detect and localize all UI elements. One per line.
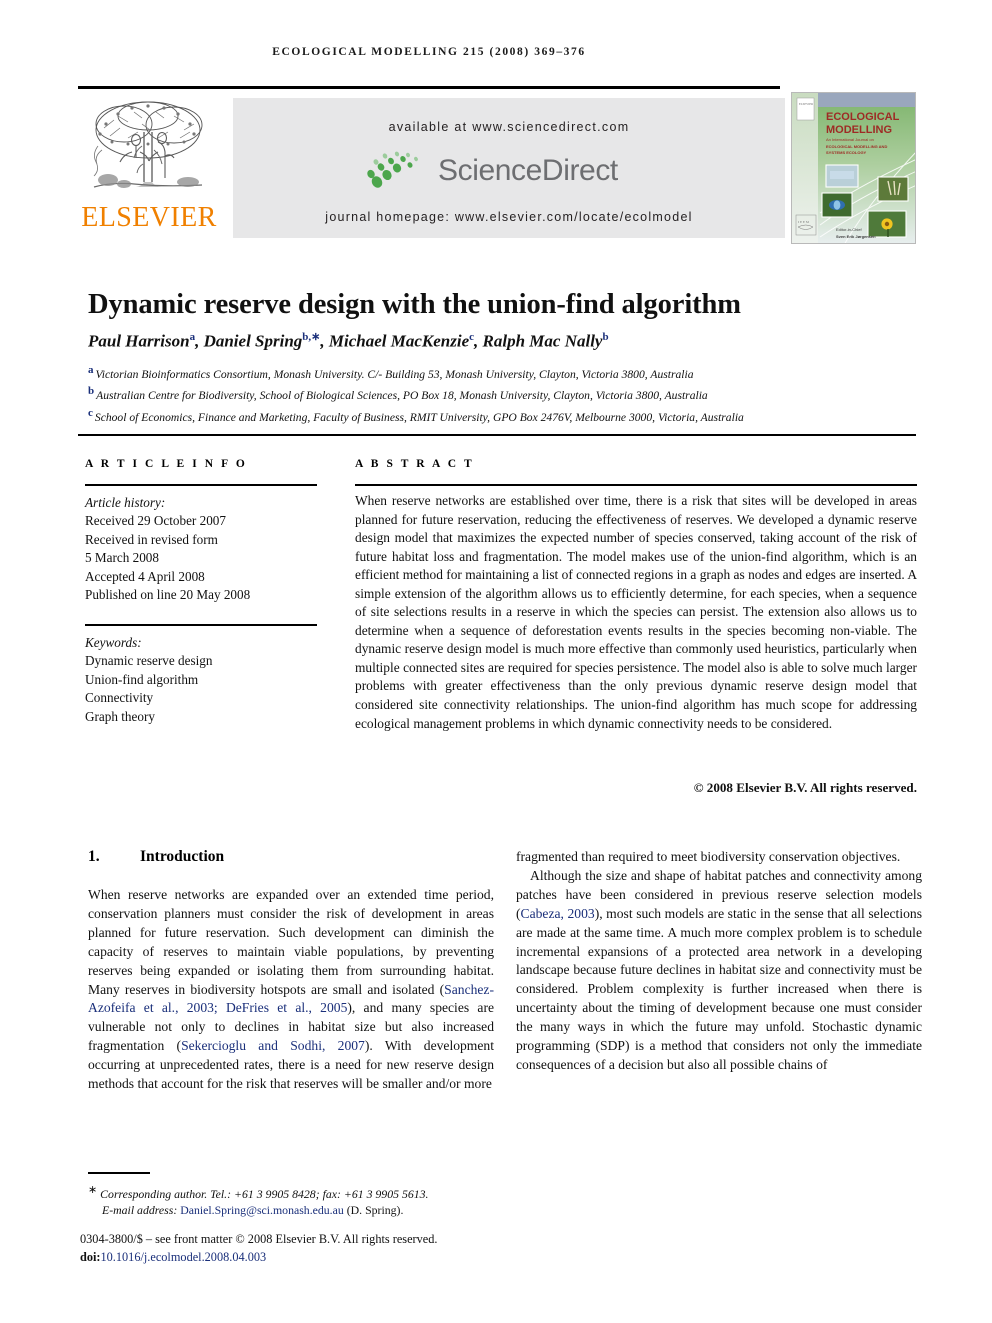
keyword-item[interactable]: Graph theory — [85, 708, 330, 726]
journal-cover-art: ELSEVIER ECOLOGICAL MODELLING An Interna… — [792, 93, 915, 243]
corresponding-author-note: ∗ Corresponding author. Tel.: +61 3 9905… — [88, 1182, 508, 1202]
footnote-rule — [88, 1172, 150, 1174]
svg-text:I E E M: I E E M — [798, 220, 809, 224]
sciencedirect-logo[interactable]: ScienceDirect — [363, 150, 663, 196]
article-history: Article history: Received 29 October 200… — [85, 494, 330, 604]
article-history-lines: Received 29 October 2007 Received in revi… — [85, 512, 330, 604]
para1-part-a: When reserve networks are expanded over … — [88, 887, 494, 997]
masthead: ELSEVIER available at www.sciencedirect.… — [78, 92, 916, 244]
svg-text:ELSEVIER: ELSEVIER — [799, 102, 813, 106]
doi-label: doi: — [80, 1249, 101, 1264]
body-column-right: fragmented than required to meet biodive… — [516, 848, 922, 1075]
email-label: E-mail address: — [102, 1203, 178, 1218]
paragraph-intro-1-cont: fragmented than required to meet biodive… — [516, 849, 901, 864]
corresponding-marker: ∗ — [88, 1184, 98, 1196]
keyword-item[interactable]: Dynamic reserve design — [85, 652, 330, 670]
top-rule-divider — [78, 86, 780, 89]
journal-article-page: ECOLOGICAL MODELLING 215 (2008) 369–376 — [0, 0, 992, 1323]
abstract-top-rule — [78, 434, 916, 436]
sciencedirect-leaf-icon — [367, 151, 418, 188]
affiliation-item: c School of Economics, Finance and Market… — [88, 406, 744, 424]
issn-front-matter: 0304-3800/$ – see front matter © 2008 El… — [80, 1232, 438, 1246]
author-list: Paul Harrisona, Daniel Springb,∗, Michae… — [88, 331, 609, 351]
section-title: Introduction — [140, 848, 225, 865]
citation-sekercioglu-sodhi[interactable]: Sekercioglu and Sodhi, 2007 — [181, 1038, 365, 1053]
para2-part-b: ), most such models are static in the se… — [516, 905, 922, 1072]
article-info-label: A R T I C L E I N F O — [85, 458, 248, 470]
footnote-block: ∗ Corresponding author. Tel.: +61 3 9905… — [88, 1182, 508, 1219]
affiliation-list: a Victorian Bioinformatics Consortium, Mo… — [88, 362, 924, 426]
svg-text:Sven Erik Jørgensen: Sven Erik Jørgensen — [836, 234, 876, 239]
svg-text:An International Journal on: An International Journal on — [826, 137, 874, 142]
svg-text:Editor-in-Chief: Editor-in-Chief — [836, 227, 862, 232]
available-at-text: available at www.sciencedirect.com — [388, 120, 630, 134]
abstract-text: When reserve networks are established ov… — [355, 493, 917, 731]
article-history-heading: Article history: — [85, 495, 166, 510]
article-history-item: Accepted 4 April 2008 — [85, 568, 205, 584]
running-head: ECOLOGICAL MODELLING 215 (2008) 369–376 — [272, 46, 586, 58]
doi-link[interactable]: 10.1016/j.ecolmodel.2008.04.003 — [101, 1250, 267, 1264]
abstract-copyright: © 2008 Elsevier B.V. All rights reserved… — [693, 780, 917, 795]
keyword-item[interactable]: Union-find algorithm — [85, 671, 330, 689]
journal-cover-thumbnail[interactable]: ELSEVIER ECOLOGICAL MODELLING An Interna… — [791, 92, 916, 244]
affiliation-marker: b — [88, 385, 95, 398]
article-history-item: Received 29 October 2007 — [85, 513, 226, 529]
imprint-block: 0304-3800/$ – see front matter © 2008 El… — [80, 1231, 540, 1266]
elsevier-logo: ELSEVIER — [78, 92, 220, 244]
article-history-item: 5 March 2008 — [85, 550, 159, 566]
sciencedirect-wordmark: ScienceDirect — [438, 154, 618, 187]
affiliation-marker: a — [88, 364, 94, 376]
article-history-item: Received in revised form — [85, 531, 218, 547]
corresponding-author-text: Corresponding author. Tel.: +61 3 9905 8… — [100, 1186, 429, 1201]
svg-text:SYSTEMS ECOLOGY: SYSTEMS ECOLOGY — [826, 150, 867, 155]
affiliation-item: b Australian Centre for Biodiversity, Sch… — [88, 385, 708, 403]
abstract-rule — [355, 484, 917, 486]
svg-text:MODELLING: MODELLING — [826, 124, 892, 136]
article-history-item: Published on line 20 May 2008 — [85, 587, 251, 603]
elsevier-tree-icon — [93, 101, 203, 188]
paragraph-intro-2: Although the size and shape of habitat p… — [516, 867, 922, 1075]
keywords-rule — [85, 624, 317, 626]
paragraph-intro-1: When reserve networks are expanded over … — [88, 886, 494, 1094]
email-link[interactable]: Daniel.Spring@sci.monash.edu.au — [180, 1203, 344, 1217]
svg-text:ECOLOGICAL MODELLING AND: ECOLOGICAL MODELLING AND — [826, 144, 887, 149]
keywords-heading: Keywords: — [85, 635, 142, 650]
keywords-block: Keywords: Dynamic reserve design Union-fi… — [85, 634, 330, 726]
citation-cabeza[interactable]: Cabeza, 2003 — [521, 906, 595, 921]
sciencedirect-banner: available at www.sciencedirect.com Scien… — [233, 98, 785, 238]
section-number: 1. — [88, 848, 100, 865]
keyword-item[interactable]: Connectivity — [85, 689, 330, 707]
affiliation-marker: c — [88, 406, 93, 419]
elsevier-wordmark: ELSEVIER — [81, 202, 217, 233]
body-column-left: When reserve networks are expanded over … — [88, 886, 494, 1094]
affiliation-item: a Victorian Bioinformatics Consortium, Mo… — [88, 364, 694, 381]
keywords-list: Dynamic reserve design Union-find algorit… — [85, 652, 330, 726]
svg-text:ECOLOGICAL: ECOLOGICAL — [826, 111, 900, 123]
abstract-label: A B S T R A C T — [355, 458, 475, 470]
email-note: E-mail address: Daniel.Spring@sci.monash… — [88, 1202, 508, 1218]
page-title: Dynamic reserve design with the union-fi… — [88, 289, 741, 321]
article-info-rule — [85, 484, 317, 486]
email-suffix: (D. Spring). — [346, 1203, 404, 1218]
doi-line: doi:10.1016/j.ecolmodel.2008.04.003 — [80, 1249, 540, 1267]
journal-homepage-text: journal homepage: www.elsevier.com/locat… — [325, 210, 693, 224]
